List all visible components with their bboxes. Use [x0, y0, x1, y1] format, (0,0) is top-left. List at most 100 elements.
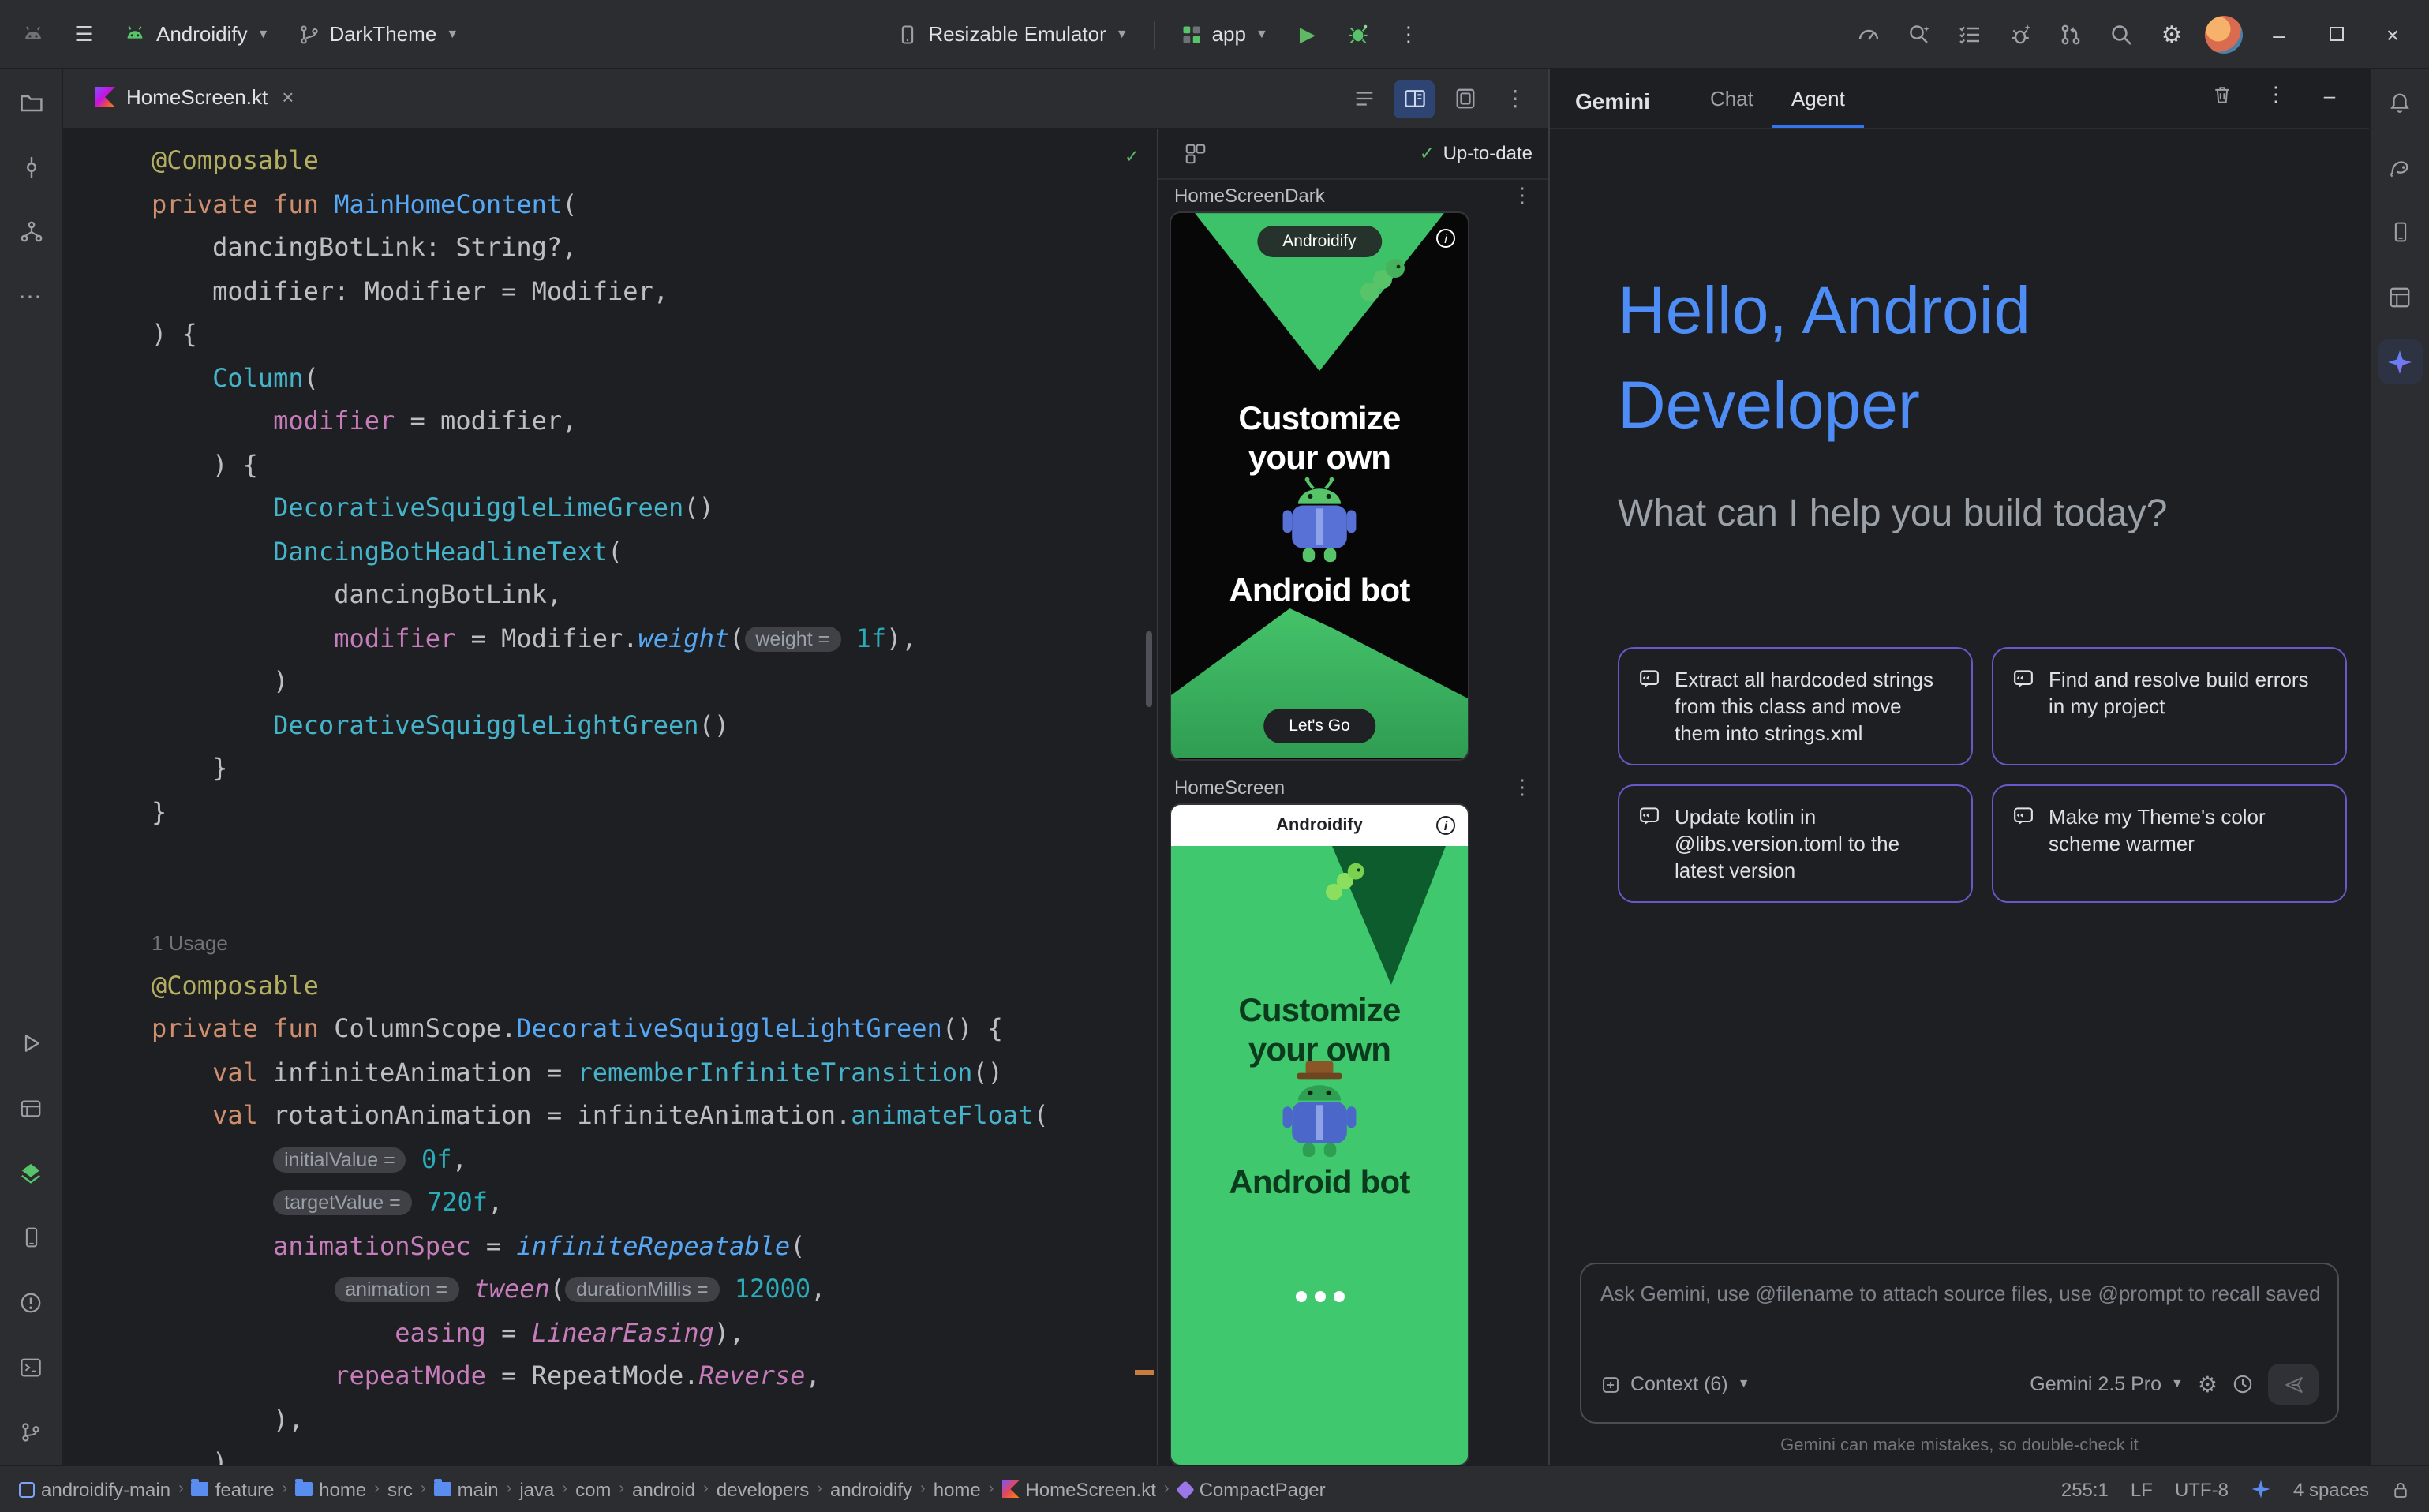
more-actions-icon[interactable]: ⋮ — [1385, 10, 1432, 58]
lock-icon[interactable] — [2391, 1480, 2410, 1499]
resource-manager-icon[interactable] — [9, 1151, 53, 1195]
design-view-icon[interactable] — [1444, 80, 1485, 118]
device-manager-icon[interactable] — [2378, 210, 2422, 254]
suggestion-card[interactable]: Update kotlin in @libs.version.toml to t… — [1618, 784, 1973, 903]
ai-debug-icon[interactable] — [1997, 10, 2044, 58]
prompt-settings-icon[interactable]: ⚙ — [2198, 1371, 2218, 1398]
breadcrumb-item[interactable]: CompactPager — [1177, 1478, 1326, 1500]
indent-setting[interactable]: 4 spaces — [2293, 1478, 2369, 1500]
task-list-icon[interactable] — [1946, 10, 1993, 58]
info-icon[interactable]: i — [1436, 229, 1455, 248]
device-explorer-icon[interactable] — [9, 1215, 53, 1259]
editor-tab-homescreen[interactable]: HomeScreen.kt × — [76, 69, 313, 129]
suggestion-card[interactable]: Find and resolve build errors in my proj… — [1992, 647, 2347, 765]
tab-more-icon[interactable]: ⋮ — [1495, 80, 1536, 118]
window-close-button[interactable]: × — [2366, 10, 2420, 58]
breadcrumb-item[interactable]: feature — [192, 1478, 275, 1500]
chevron-down-icon: ▼ — [257, 28, 270, 40]
breadcrumb-item[interactable]: android — [632, 1478, 695, 1500]
version-control-tool-icon[interactable] — [9, 1409, 53, 1454]
info-icon[interactable]: i — [1436, 816, 1455, 835]
code-view-icon[interactable] — [1343, 80, 1384, 118]
folder-icon — [192, 1482, 209, 1496]
run-config-selector[interactable]: app ▼ — [1168, 10, 1281, 58]
gemini-input-box[interactable]: Ask Gemini, use @filename to attach sour… — [1580, 1263, 2339, 1424]
kotlin-icon — [1001, 1480, 1019, 1498]
profiler-icon[interactable] — [1845, 10, 1892, 58]
delete-conversation-icon[interactable] — [2199, 71, 2246, 118]
history-icon[interactable] — [2232, 1373, 2254, 1395]
device-selector[interactable]: Resizable Emulator ▼ — [884, 10, 1140, 58]
terminal-tool-icon[interactable] — [9, 1345, 53, 1389]
user-avatar[interactable] — [2199, 10, 2249, 58]
chat-prompt-icon — [1638, 805, 1660, 884]
commit-tool-icon[interactable] — [9, 145, 53, 189]
window-minimize-button[interactable]: – — [2252, 10, 2306, 58]
structure-tool-icon[interactable] — [9, 210, 53, 254]
breadcrumb: androidify-main›feature›home›src›main›ja… — [19, 1478, 2039, 1500]
gemini-tool-icon[interactable] — [2378, 339, 2422, 384]
breadcrumb-item[interactable]: main — [434, 1478, 499, 1500]
preview-phone-light[interactable]: Androidify i Customize your own — [1171, 805, 1468, 1465]
breadcrumb-item[interactable]: home — [934, 1478, 981, 1500]
breadcrumb-item[interactable]: androidify-main — [19, 1478, 170, 1500]
ai-spark-icon[interactable] — [2251, 1479, 2271, 1499]
lets-go-button[interactable]: Let's Go — [1263, 708, 1375, 743]
breadcrumb-separator: › — [283, 1480, 288, 1498]
pull-request-icon[interactable] — [2047, 10, 2094, 58]
run-button[interactable]: ▶ — [1284, 10, 1331, 58]
debug-button[interactable] — [1334, 10, 1382, 58]
parameter-hint-chip: weight = — [744, 626, 840, 651]
split-view-icon[interactable] — [1394, 80, 1435, 118]
preview-gallery-icon[interactable] — [1174, 135, 1215, 173]
gemini-more-icon[interactable]: ⋮ — [2252, 71, 2300, 118]
problems-tool-icon[interactable] — [9, 1280, 53, 1324]
context-selector[interactable]: Context (6) ▼ — [1600, 1373, 1750, 1395]
send-button[interactable] — [2268, 1364, 2319, 1405]
module-icon — [19, 1481, 35, 1497]
build-tool-icon[interactable] — [9, 1086, 53, 1130]
window-maximize-button[interactable] — [2309, 10, 2363, 58]
breadcrumb-item[interactable]: com — [575, 1478, 611, 1500]
device-icon — [896, 23, 919, 45]
project-tool-icon[interactable] — [9, 80, 53, 125]
gradle-tool-icon[interactable] — [2378, 145, 2422, 189]
run-tool-icon[interactable] — [9, 1021, 53, 1065]
caret-position[interactable]: 255:1 — [2061, 1478, 2109, 1500]
breadcrumb-item[interactable]: src — [387, 1478, 413, 1500]
more-tools-icon[interactable]: ⋯ — [9, 275, 53, 319]
model-selector[interactable]: Gemini 2.5 Pro ▼ — [2030, 1373, 2184, 1395]
gemini-greeting: Hello, Android Developer — [1618, 264, 2030, 453]
tab-close-icon[interactable]: × — [282, 85, 294, 109]
squiggle-decoration — [1357, 257, 1411, 305]
main-menu-icon[interactable]: ☰ — [60, 10, 107, 58]
breadcrumb-item[interactable]: HomeScreen.kt — [1001, 1478, 1155, 1500]
inspections-ok-icon[interactable]: ✓ — [1125, 145, 1138, 169]
breadcrumb-item[interactable]: developers — [717, 1478, 809, 1500]
search-icon[interactable] — [2098, 10, 2145, 58]
preview-more-icon[interactable]: ⋮ — [1512, 184, 1533, 209]
suggestion-card[interactable]: Extract all hardcoded strings from this … — [1618, 647, 1973, 765]
code-line — [152, 877, 1135, 920]
preview-phone-dark[interactable]: Androidify i Customize your own — [1171, 213, 1468, 758]
tab-agent[interactable]: Agent — [1772, 87, 1864, 128]
breadcrumb-item[interactable]: java — [519, 1478, 554, 1500]
breadcrumb-item[interactable]: home — [295, 1478, 366, 1500]
preview-build-status[interactable]: ✓ Up-to-date — [1419, 143, 1533, 165]
project-selector[interactable]: Androidify ▼ — [110, 10, 282, 58]
layout-inspector-icon[interactable] — [2378, 275, 2422, 319]
file-encoding[interactable]: UTF-8 — [2175, 1478, 2229, 1500]
tab-chat[interactable]: Chat — [1691, 87, 1772, 128]
code-editor[interactable]: @Composableprivate fun MainHomeContent( … — [63, 129, 1157, 1465]
preview-more-icon[interactable]: ⋮ — [1512, 776, 1533, 801]
notifications-bell-icon[interactable] — [2378, 80, 2422, 125]
settings-gear-icon[interactable]: ⚙ — [2148, 10, 2195, 58]
suggestion-card[interactable]: Make my Theme's color scheme warmer — [1992, 784, 2347, 903]
line-ending[interactable]: LF — [2131, 1478, 2153, 1500]
hide-panel-icon[interactable]: – — [2306, 71, 2353, 118]
ai-search-icon[interactable] — [1896, 10, 1943, 58]
editor-warning-stripe[interactable] — [1135, 1370, 1154, 1375]
editor-scrollbar[interactable] — [1146, 631, 1152, 707]
vcs-branch-selector[interactable]: DarkTheme ▼ — [285, 10, 471, 58]
breadcrumb-item[interactable]: androidify — [830, 1478, 912, 1500]
